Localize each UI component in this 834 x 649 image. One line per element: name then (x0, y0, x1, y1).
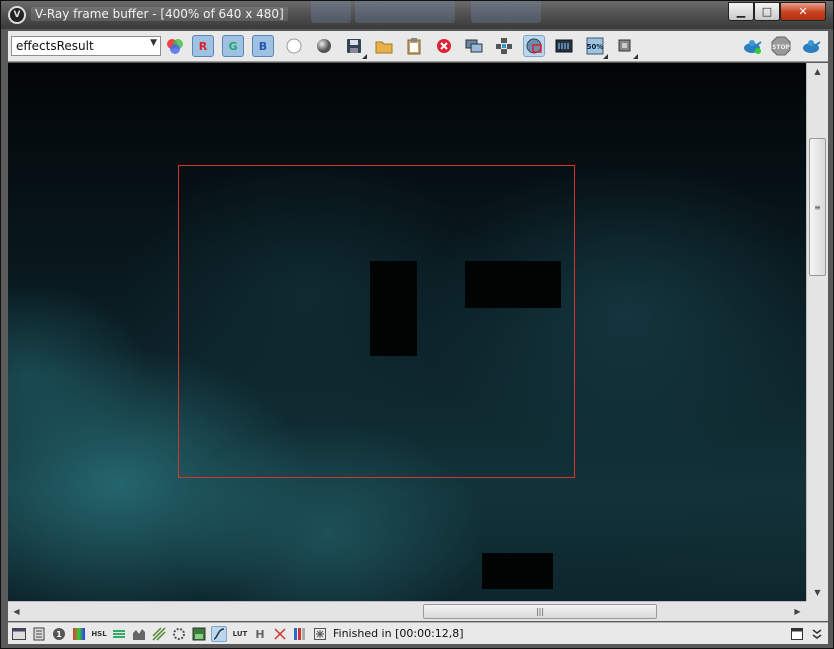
lut-icon[interactable]: LUT (232, 626, 248, 642)
red-channel-toggle[interactable]: R (192, 35, 214, 57)
scrollbar-corner (806, 601, 828, 621)
svg-text:1: 1 (56, 630, 62, 639)
levels-icon[interactable] (111, 626, 127, 642)
channels-color-icon[interactable] (164, 35, 186, 57)
histogram-icon[interactable]: H (252, 626, 268, 642)
exposure-icon[interactable] (151, 626, 167, 642)
lens-effects-icon[interactable] (171, 626, 187, 642)
pixel-info-icon[interactable] (614, 35, 638, 59)
region-render-icon[interactable] (523, 35, 545, 57)
background-tab-ghost (311, 1, 351, 23)
channel-dropdown-value: effectsResult (16, 39, 94, 53)
channel-dropdown[interactable]: effectsResult ▼ (11, 36, 161, 56)
info-icon[interactable]: 1 (51, 626, 67, 642)
expand-panel-icon[interactable] (809, 626, 825, 642)
load-image-icon[interactable] (373, 35, 395, 57)
zoom-label: 50% (587, 43, 604, 51)
vray-logo-icon: V (8, 6, 26, 24)
status-bar: 1 HSL LUT H Finished in [00:00:12,8] (8, 622, 828, 644)
background-tab-ghost (355, 1, 455, 23)
duplicate-to-history-icon[interactable] (463, 35, 485, 57)
color-curve-icon[interactable] (211, 626, 227, 642)
chevron-down-icon: ▼ (150, 38, 157, 48)
blue-channel-toggle[interactable]: B (252, 35, 274, 57)
link-to-settings-icon[interactable] (553, 35, 575, 57)
copy-to-clipboard-icon[interactable] (403, 35, 425, 57)
stop-render-icon[interactable]: STOP (770, 35, 792, 57)
vray-frame-buffer-window: V V-Ray frame buffer - [400% of 640 x 48… (0, 0, 834, 649)
hsl-icon[interactable]: HSL (91, 626, 107, 642)
scroll-down-icon[interactable]: ▼ (807, 584, 828, 601)
green-channel-toggle[interactable]: G (222, 35, 244, 57)
zoom-50-icon[interactable]: 50% (584, 35, 608, 59)
minimize-button[interactable]: ▁ (728, 2, 754, 21)
vertical-scrollbar[interactable]: ▲ ≡ ▼ (806, 63, 828, 601)
view-alpha-icon[interactable] (283, 35, 305, 57)
track-mouse-icon[interactable] (493, 35, 515, 57)
dark-block (370, 261, 417, 356)
scroll-right-icon[interactable]: ▶ (789, 602, 806, 621)
save-image-icon[interactable] (343, 35, 367, 59)
close-button[interactable]: ✕ (780, 2, 826, 21)
vertical-scroll-thumb[interactable]: ≡ (809, 138, 826, 276)
history-icon[interactable] (31, 626, 47, 642)
curves-icon[interactable] (131, 626, 147, 642)
horizontal-scroll-thumb[interactable]: ||| (423, 604, 657, 619)
background-tab-ghost (471, 1, 541, 23)
title-bar[interactable]: V V-Ray frame buffer - [400% of 640 x 48… (1, 1, 833, 29)
toolbar: effectsResult ▼ R G B 50% STOP (8, 31, 828, 62)
stop-label: STOP (772, 44, 791, 51)
render-status-text: Finished in [00:00:12,8] (333, 627, 464, 640)
scroll-left-icon[interactable]: ◀ (8, 602, 25, 621)
background-icon[interactable] (191, 626, 207, 642)
horizontal-scrollbar[interactable]: ◀ ||| ▶ (8, 601, 806, 621)
clear-image-icon[interactable] (433, 35, 455, 57)
window-title: V-Ray frame buffer - [400% of 640 x 480] (31, 7, 288, 21)
dark-block (482, 553, 553, 589)
bars-icon[interactable] (292, 626, 308, 642)
render-viewport[interactable] (8, 63, 806, 601)
monochrome-icon[interactable] (313, 35, 335, 57)
interactive-render-icon[interactable] (800, 35, 822, 57)
ocio-icon[interactable] (272, 626, 288, 642)
color-correction-icon[interactable] (71, 626, 87, 642)
dropdown-corner-icon (362, 54, 367, 59)
scroll-up-icon[interactable]: ▲ (807, 63, 828, 80)
display-window-icon[interactable] (11, 626, 27, 642)
maximize-button[interactable]: □ (754, 2, 780, 21)
dropdown-corner-icon (603, 54, 608, 59)
render-icon[interactable] (741, 35, 763, 57)
dropdown-corner-icon (633, 54, 638, 59)
restore-panel-icon[interactable] (789, 626, 805, 642)
dark-block (465, 261, 561, 308)
stamp-icon[interactable] (312, 626, 328, 642)
